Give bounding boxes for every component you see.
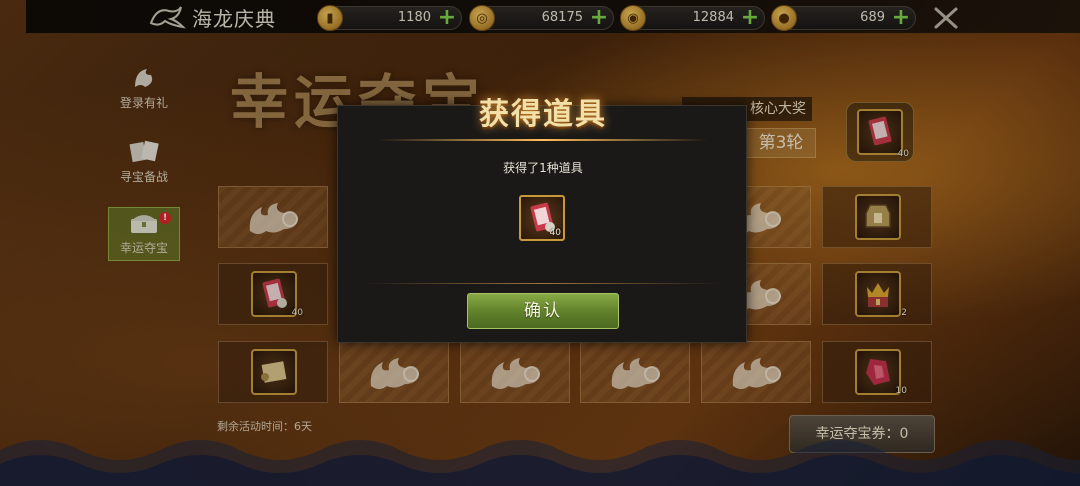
received-item[interactable]: 40 — [519, 195, 565, 241]
title-divider — [378, 139, 708, 141]
confirm-button[interactable]: 确认 — [467, 293, 619, 329]
dialog-title: 获得道具 — [479, 97, 607, 132]
dialog-divider — [364, 283, 722, 284]
item-received-dialog: 获得道具 获得了1种道具 40 确认 — [337, 97, 747, 343]
item-count: 40 — [549, 228, 561, 238]
dialog-message: 获得了1种道具 — [503, 161, 583, 175]
dialog-header: 获得道具 — [338, 86, 748, 146]
